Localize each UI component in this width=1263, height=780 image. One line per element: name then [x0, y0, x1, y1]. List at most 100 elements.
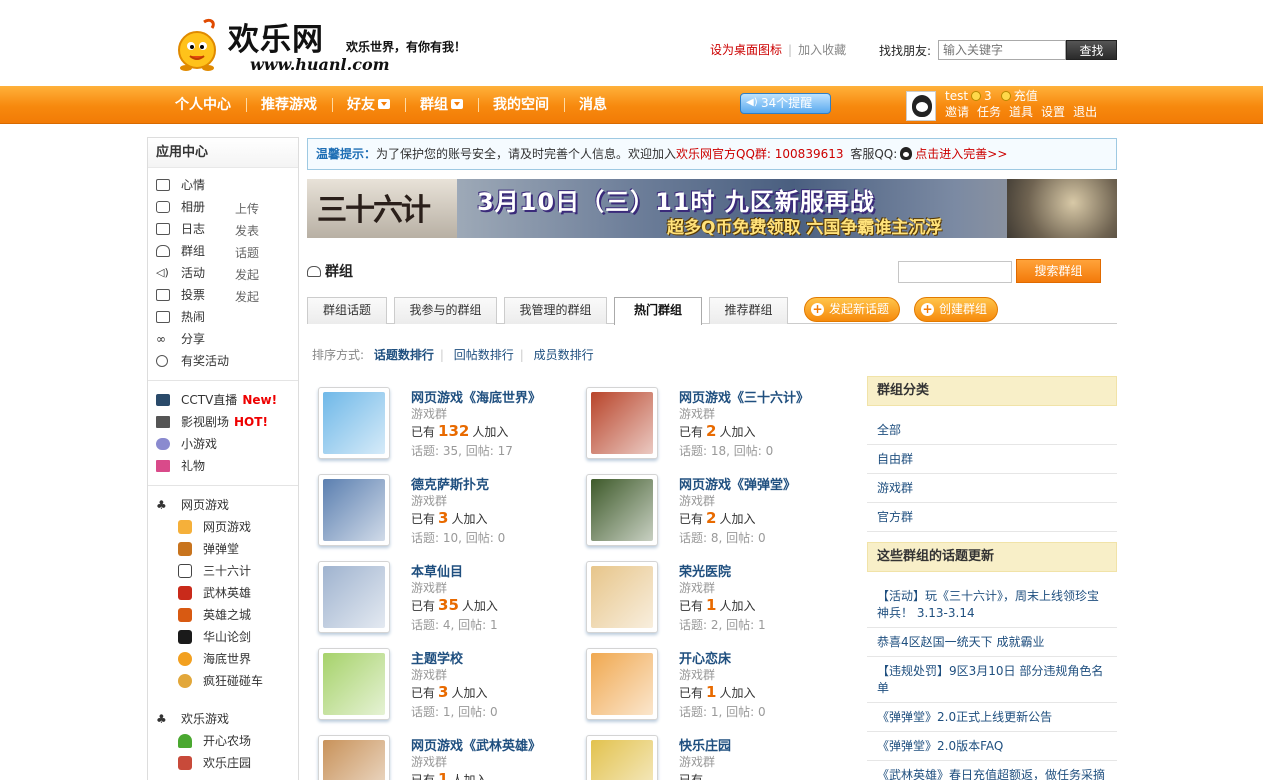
nav-messages[interactable]: 消息 [564, 86, 622, 124]
topic-update-item[interactable]: 【违规处罚】9区3月10日 部分违规角色名单 [867, 657, 1117, 703]
group-topic-link[interactable]: 话题 [235, 242, 259, 264]
ad-banner[interactable]: 三十六计 3月10日（三）11时 九区新服再战 超多Q币免费领取 六国争霸谁主沉… [307, 179, 1117, 238]
group-card[interactable]: 网页游戏《三十六计》 游戏群 已有 2 人加入 话题: 18, 回帖: 0 [586, 387, 846, 467]
sidebar-item-36ji[interactable]: 三十六计 [148, 560, 298, 582]
search-groups-button[interactable]: 搜索群组 [1016, 259, 1101, 283]
group-thumbnail[interactable] [318, 735, 390, 780]
group-card[interactable]: 网页游戏《海底世界》 游戏群 已有 132 人加入 话题: 35, 回帖: 17 [318, 387, 578, 467]
sort-by-topics[interactable]: 话题数排行 [374, 348, 434, 362]
blog-post-link[interactable]: 发表 [235, 220, 259, 242]
group-thumbnail[interactable] [318, 648, 390, 720]
group-thumbnail[interactable] [318, 561, 390, 633]
group-card[interactable]: 本草仙目 游戏群 已有 35 人加入 话题: 4, 回帖: 1 [318, 561, 578, 641]
recharge-link[interactable]: 充值 [1014, 87, 1038, 104]
group-thumbnail[interactable] [318, 474, 390, 546]
nav-recommended-games[interactable]: 推荐游戏 [246, 86, 332, 124]
group-name-link[interactable]: 主题学校 [411, 648, 463, 667]
group-thumbnail[interactable] [586, 648, 658, 720]
sort-by-members[interactable]: 成员数排行 [534, 348, 594, 362]
group-card[interactable]: 网页游戏《武林英雄》 游戏群 已有 1 人加入 [318, 735, 578, 780]
group-thumbnail[interactable] [318, 387, 390, 459]
sidebar-item-cctv[interactable]: CCTV直播 New! [148, 389, 298, 411]
group-name-link[interactable]: 网页游戏《三十六计》 [679, 387, 809, 406]
tab-hot-groups[interactable]: 热门群组 [614, 297, 702, 325]
category-all[interactable]: 全部 [867, 416, 1117, 445]
new-topic-button[interactable]: + 发起新话题 [804, 297, 900, 322]
sidebar-item-ocean[interactable]: 海底世界 [148, 648, 298, 670]
group-thumbnail[interactable] [586, 387, 658, 459]
sidebar-item-web-game[interactable]: 网页游戏 [148, 516, 298, 538]
sidebar-item-bumper-cars[interactable]: 疯狂碰碰车 [148, 670, 298, 692]
group-thumbnail[interactable] [586, 735, 658, 780]
sidebar-item-hero-city[interactable]: 英雄之城 [148, 604, 298, 626]
group-card[interactable]: 快乐庄园 游戏群 已有 [586, 735, 846, 780]
site-logo[interactable]: 欢乐网 欢乐世界，有你有我！ www.huanl.com [174, 12, 474, 78]
sort-by-replies[interactable]: 回帖数排行 [454, 348, 514, 362]
chevron-down-icon[interactable] [378, 99, 390, 109]
nav-groups[interactable]: 群组 [405, 86, 478, 124]
tab-my-joined-groups[interactable]: 我参与的群组 [394, 297, 497, 324]
find-button[interactable]: 查找 [1066, 40, 1117, 60]
avatar[interactable] [906, 91, 936, 121]
set-desktop-icon-link[interactable]: 设为桌面图标 [710, 43, 782, 57]
group-card[interactable]: 德克萨斯扑克 游戏群 已有 3 人加入 话题: 10, 回帖: 0 [318, 474, 578, 554]
qq-group-link[interactable]: 欢乐网官方QQ群: 100839613 [676, 147, 843, 161]
logout-link[interactable]: 退出 [1073, 103, 1097, 120]
sidebar-item-prize-events[interactable]: 有奖活动 [148, 350, 298, 372]
sidebar-item-minigames[interactable]: 小游戏 [148, 433, 298, 455]
topic-update-item[interactable]: 【活动】玩《三十六计》，周末上线领珍宝神兵！ 3.13-3.14 [867, 582, 1117, 628]
sidebar-item-album[interactable]: 相册 上传 [148, 196, 298, 218]
group-thumbnail[interactable] [586, 561, 658, 633]
group-thumbnail[interactable] [586, 474, 658, 546]
nav-my-space[interactable]: 我的空间 [478, 86, 564, 124]
group-name-link[interactable]: 网页游戏《海底世界》 [411, 387, 541, 406]
sidebar-item-mood[interactable]: 心情 [148, 174, 298, 196]
items-link[interactable]: 道具 [1009, 103, 1033, 120]
username-link[interactable]: test [945, 89, 968, 103]
group-name-link[interactable]: 网页游戏《武林英雄》 [411, 735, 541, 754]
sidebar-item-wulin[interactable]: 武林英雄 [148, 582, 298, 604]
chevron-down-icon[interactable] [451, 99, 463, 109]
nav-personal-center[interactable]: 个人中心 [160, 86, 246, 124]
category-game[interactable]: 游戏群 [867, 474, 1117, 503]
sidebar-item-huashan[interactable]: 华山论剑 [148, 626, 298, 648]
group-card[interactable]: 开心恋床 游戏群 已有 1 人加入 话题: 1, 回帖: 0 [586, 648, 846, 728]
invite-link[interactable]: 邀请 [945, 103, 969, 120]
nav-friends[interactable]: 好友 [332, 86, 405, 124]
group-name-link[interactable]: 荣光医院 [679, 561, 731, 580]
topic-update-item[interactable]: 《弹弹堂》2.0版本FAQ [867, 732, 1117, 761]
event-create-link[interactable]: 发起 [235, 264, 259, 286]
sidebar-item-share[interactable]: ∞ 分享 [148, 328, 298, 350]
sidebar-item-ddtank[interactable]: 弹弹堂 [148, 538, 298, 560]
group-card[interactable]: 网页游戏《弹弹堂》 游戏群 已有 2 人加入 话题: 8, 回帖: 0 [586, 474, 846, 554]
tab-recommended-groups[interactable]: 推荐群组 [709, 297, 788, 324]
category-official[interactable]: 官方群 [867, 503, 1117, 532]
tab-group-topics[interactable]: 群组话题 [307, 297, 387, 324]
topic-update-item[interactable]: 《武林英雄》春日充值超额返，做任务采摘 [867, 761, 1117, 780]
sidebar-item-happy-farm[interactable]: 开心农场 [148, 730, 298, 752]
find-friends-input[interactable] [938, 40, 1066, 60]
create-group-button[interactable]: + 创建群组 [914, 297, 998, 322]
tab-my-managed-groups[interactable]: 我管理的群组 [504, 297, 607, 324]
sidebar-item-happy-manor[interactable]: 欢乐庄园 [148, 752, 298, 774]
sidebar-item-vote[interactable]: 投票 发起 [148, 284, 298, 306]
sidebar-item-buzz[interactable]: 热闹 [148, 306, 298, 328]
tasks-link[interactable]: 任务 [977, 103, 1001, 120]
group-name-link[interactable]: 德克萨斯扑克 [411, 474, 489, 493]
group-card[interactable]: 主题学校 游戏群 已有 3 人加入 话题: 1, 回帖: 0 [318, 648, 578, 728]
reminders-button[interactable]: ◀) 34个提醒 [740, 93, 831, 114]
group-name-link[interactable]: 本草仙目 [411, 561, 463, 580]
sidebar-item-gifts[interactable]: 礼物 [148, 455, 298, 477]
group-card[interactable]: 荣光医院 游戏群 已有 1 人加入 话题: 2, 回帖: 1 [586, 561, 846, 641]
sidebar-item-blog[interactable]: 日志 发表 [148, 218, 298, 240]
settings-link[interactable]: 设置 [1041, 103, 1065, 120]
topic-update-item[interactable]: 《弹弹堂》2.0正式上线更新公告 [867, 703, 1117, 732]
group-name-link[interactable]: 快乐庄园 [679, 735, 731, 754]
sidebar-item-theater[interactable]: 影视剧场 HOT! [148, 411, 298, 433]
group-name-link[interactable]: 网页游戏《弹弹堂》 [679, 474, 796, 493]
topic-update-item[interactable]: 恭喜4区赵国一统天下 成就霸业 [867, 628, 1117, 657]
sidebar-item-events[interactable]: ◁) 活动 发起 [148, 262, 298, 284]
add-favorite-link[interactable]: 加入收藏 [798, 43, 846, 57]
category-free[interactable]: 自由群 [867, 445, 1117, 474]
vote-create-link[interactable]: 发起 [235, 286, 259, 308]
